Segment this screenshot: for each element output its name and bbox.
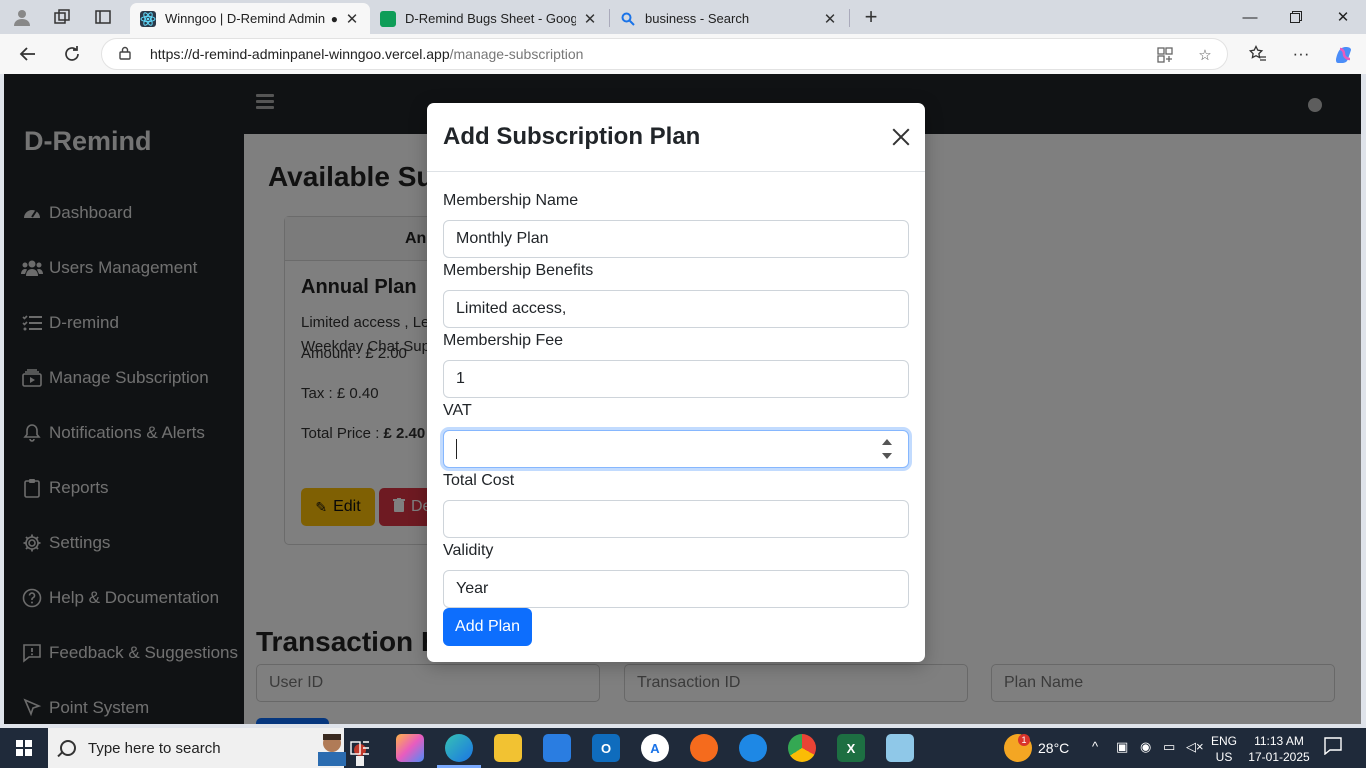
close-icon[interactable] — [889, 125, 913, 149]
address-bar-row: https://d-remind-adminpanel-winngoo.verc… — [0, 34, 1366, 74]
vat-label: VAT — [443, 402, 472, 419]
more-options-icon[interactable]: ··· — [1287, 42, 1315, 66]
add-subscription-modal: Add Subscription Plan Membership Name Mo… — [427, 103, 925, 662]
restore-button[interactable] — [1273, 0, 1319, 34]
edge-taskbar-icon[interactable] — [445, 734, 473, 762]
task-view-icon[interactable] — [346, 734, 374, 762]
url-host: https://d-remind-adminpanel-winngoo.verc… — [150, 46, 450, 62]
url-field[interactable]: https://d-remind-adminpanel-winngoo.verc… — [101, 38, 1228, 70]
site-info-icon[interactable] — [118, 46, 140, 63]
windows-logo-icon — [16, 740, 32, 756]
text-cursor — [456, 439, 457, 459]
sheets-favicon-icon — [380, 10, 396, 27]
close-window-button[interactable]: ✕ — [1320, 0, 1366, 34]
number-spinner-icon[interactable] — [882, 439, 892, 459]
membership-name-field[interactable]: Monthly Plan — [443, 220, 909, 258]
search-favicon-icon — [620, 11, 636, 27]
favorites-icon[interactable] — [1244, 42, 1272, 66]
back-button[interactable] — [13, 40, 43, 68]
file-explorer-icon[interactable] — [494, 734, 522, 762]
orange-app-icon[interactable] — [690, 734, 718, 762]
clock-time: 11:13 AM — [1254, 734, 1304, 748]
tab-winngoo-admin[interactable]: Winngoo | D-Remind Admin ● ✕ — [130, 3, 370, 34]
excel-icon[interactable]: X — [837, 734, 865, 762]
validity-field[interactable]: Year — [443, 570, 909, 608]
profile-icon[interactable] — [9, 5, 35, 29]
search-icon — [60, 740, 76, 756]
vat-field[interactable] — [443, 430, 909, 468]
start-button[interactable] — [0, 728, 48, 768]
tab-business-search[interactable]: business - Search ✕ — [610, 3, 848, 34]
validity-label: Validity — [443, 542, 494, 559]
language-code: ENG — [1210, 734, 1237, 748]
network-icon[interactable]: ◉ — [1140, 739, 1151, 755]
microsoft-store-icon[interactable] — [543, 734, 571, 762]
membership-name-label: Membership Name — [443, 192, 579, 209]
weather-temperature[interactable]: 28°C — [1038, 740, 1069, 756]
field-value: Monthly Plan — [456, 230, 549, 247]
notifications-icon[interactable] — [1324, 737, 1342, 758]
field-value: 1 — [456, 370, 465, 387]
total-cost-field[interactable] — [443, 500, 909, 538]
tab-separator — [849, 9, 850, 27]
copilot-taskbar-icon[interactable] — [396, 734, 424, 762]
tab-title: Winngoo | D-Remind Admin — [165, 11, 326, 26]
total-cost-label: Total Cost — [443, 472, 515, 489]
tab-title: D-Remind Bugs Sheet - Google Sh — [405, 11, 576, 26]
taskbar-search-box[interactable]: Type here to search — [48, 728, 366, 768]
weather-badge: 1 — [1018, 734, 1030, 746]
windows-taskbar: Type here to search O A X 1 28°C ^ ▣ ◉ ▭… — [0, 728, 1366, 768]
volume-muted-icon[interactable]: ◁× — [1186, 739, 1204, 755]
incognito-icon: ● — [330, 11, 338, 26]
new-tab-button[interactable]: + — [858, 4, 884, 30]
favorite-star-icon[interactable]: ☆ — [1192, 43, 1218, 67]
app-available-icon[interactable] — [1152, 43, 1178, 67]
page-viewport: D-Remind Dashboard Users Management D-re… — [4, 74, 1361, 724]
membership-fee-field[interactable]: 1 — [443, 360, 909, 398]
language-indicator[interactable]: ENG US — [1210, 733, 1238, 765]
membership-fee-label: Membership Fee — [443, 332, 564, 349]
minimize-button[interactable]: — — [1227, 0, 1273, 34]
copilot-icon[interactable] — [1329, 42, 1357, 66]
clock-date: 17-01-2025 — [1248, 750, 1310, 764]
field-value: Limited access, — [456, 300, 567, 317]
close-tab-icon[interactable]: ✕ — [822, 10, 838, 28]
reload-button[interactable] — [57, 40, 87, 68]
app-store-icon[interactable]: A — [641, 734, 669, 762]
notepad-icon[interactable] — [886, 734, 914, 762]
field-value: Year — [456, 580, 489, 597]
tab-title: business - Search — [645, 11, 750, 26]
workspaces-icon[interactable] — [49, 5, 75, 29]
add-plan-button[interactable]: Add Plan — [443, 608, 532, 646]
region-code: US — [1215, 750, 1233, 764]
membership-benefits-field[interactable]: Limited access, — [443, 290, 909, 328]
tray-chevron-icon[interactable]: ^ — [1092, 739, 1098, 754]
battery-icon[interactable]: ▭ — [1163, 739, 1175, 755]
react-favicon-icon — [140, 10, 156, 27]
search-placeholder: Type here to search — [88, 739, 221, 757]
tab-bugs-sheet[interactable]: D-Remind Bugs Sheet - Google Sh ✕ — [370, 3, 608, 34]
modal-title: Add Subscription Plan — [443, 123, 701, 150]
tab-actions-icon[interactable] — [90, 5, 116, 29]
modal-header: Add Subscription Plan — [427, 103, 925, 172]
chrome-icon[interactable] — [788, 734, 816, 762]
close-tab-icon[interactable]: ✕ — [344, 10, 360, 28]
membership-benefits-label: Membership Benefits — [443, 262, 594, 279]
close-tab-icon[interactable]: ✕ — [582, 10, 598, 28]
url-path: /manage-subscription — [449, 46, 584, 62]
clock[interactable]: 11:13 AM 17-01-2025 — [1246, 733, 1312, 765]
browser-tab-strip: Winngoo | D-Remind Admin ● ✕ D-Remind Bu… — [0, 0, 1366, 34]
outlook-icon[interactable]: O — [592, 734, 620, 762]
meet-now-icon[interactable]: ▣ — [1116, 739, 1128, 755]
blue-app-icon[interactable] — [739, 734, 767, 762]
